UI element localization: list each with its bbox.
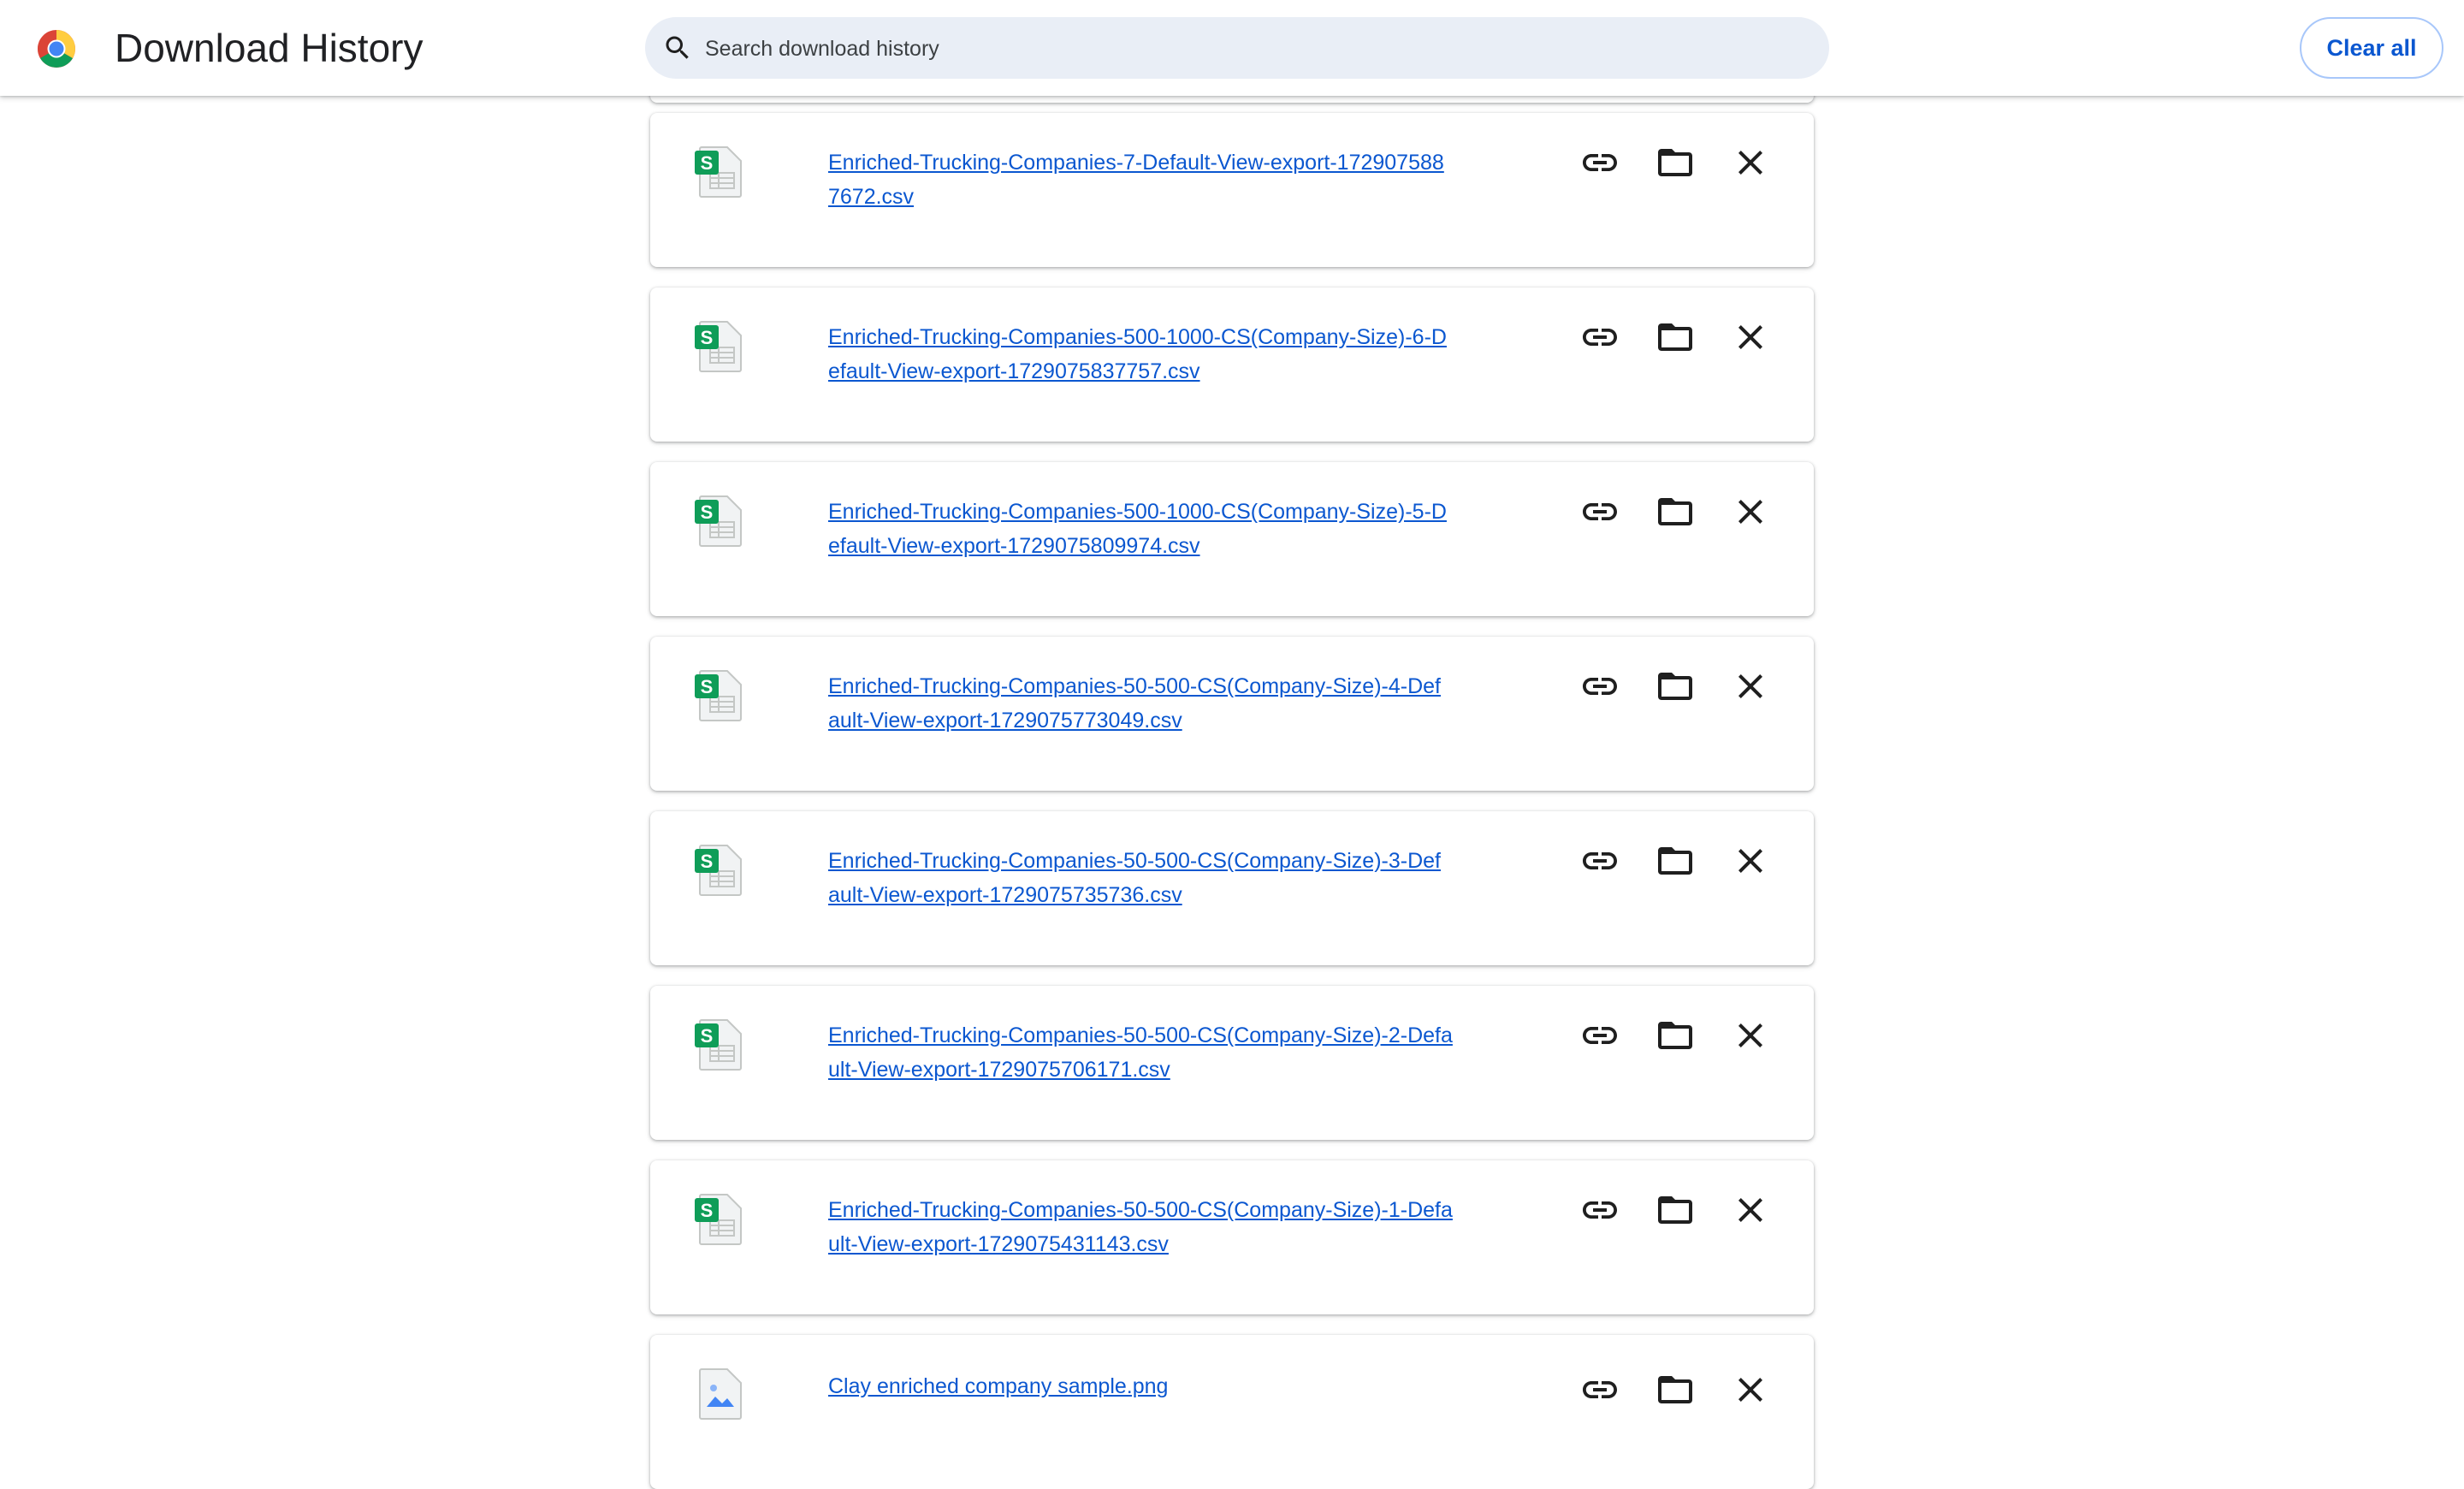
folder-icon[interactable] [1655, 1015, 1696, 1056]
download-card: S Enriched-Trucking-Companies-50-500-CS(… [650, 986, 1814, 1140]
download-card: S Enriched-Trucking-Companies-7-Default-… [650, 113, 1814, 267]
close-icon[interactable] [1730, 317, 1771, 358]
link-icon[interactable] [1579, 840, 1620, 881]
download-filename-link[interactable]: Clay enriched company sample.png [828, 1369, 1547, 1403]
folder-icon[interactable] [1655, 491, 1696, 532]
spreadsheet-file-icon: S [695, 495, 743, 548]
close-icon[interactable] [1730, 491, 1771, 532]
download-card: Clay enriched company sample.png [650, 1335, 1814, 1489]
spreadsheet-file-icon: S [695, 320, 743, 373]
folder-icon[interactable] [1655, 840, 1696, 881]
link-icon[interactable] [1579, 491, 1620, 532]
svg-text:S: S [701, 676, 714, 697]
link-icon[interactable] [1579, 1189, 1620, 1231]
download-card: S Enriched-Trucking-Companies-500-1000-C… [650, 288, 1814, 442]
link-icon[interactable] [1579, 317, 1620, 358]
search-bar[interactable] [645, 17, 1829, 80]
download-list: S Enriched-Trucking-Companies-7-Default-… [0, 0, 2464, 1489]
svg-text:S: S [701, 327, 714, 348]
close-icon[interactable] [1730, 142, 1771, 183]
download-filename-link[interactable]: Enriched-Trucking-Companies-50-500-CS(Co… [828, 844, 1547, 912]
link-icon[interactable] [1579, 666, 1620, 707]
link-icon[interactable] [1579, 142, 1620, 183]
svg-text:S: S [701, 1025, 714, 1047]
download-card: S Enriched-Trucking-Companies-50-500-CS(… [650, 1160, 1814, 1314]
folder-icon[interactable] [1655, 317, 1696, 358]
spreadsheet-file-icon: S [695, 1193, 743, 1246]
close-icon[interactable] [1730, 1189, 1771, 1231]
svg-text:S: S [701, 851, 714, 872]
chrome-logo-icon [36, 28, 77, 69]
header-bar: Download History Clear all [0, 0, 2464, 96]
clear-all-button[interactable]: Clear all [2300, 17, 2443, 79]
svg-text:S: S [701, 1200, 714, 1221]
folder-icon[interactable] [1655, 1189, 1696, 1231]
download-filename-link[interactable]: Enriched-Trucking-Companies-50-500-CS(Co… [828, 1018, 1547, 1087]
spreadsheet-file-icon: S [695, 669, 743, 722]
download-filename-link[interactable]: Enriched-Trucking-Companies-500-1000-CS(… [828, 495, 1547, 563]
svg-text:S: S [701, 501, 714, 523]
link-icon[interactable] [1579, 1015, 1620, 1056]
folder-icon[interactable] [1655, 142, 1696, 183]
close-icon[interactable] [1730, 1015, 1771, 1056]
download-card: S Enriched-Trucking-Companies-50-500-CS(… [650, 811, 1814, 965]
download-filename-link[interactable]: Enriched-Trucking-Companies-50-500-CS(Co… [828, 1193, 1547, 1261]
link-icon[interactable] [1579, 1369, 1620, 1410]
folder-icon[interactable] [1655, 1369, 1696, 1410]
download-filename-link[interactable]: Enriched-Trucking-Companies-50-500-CS(Co… [828, 669, 1547, 738]
search-icon[interactable] [662, 33, 693, 63]
download-filename-link[interactable]: Enriched-Trucking-Companies-500-1000-CS(… [828, 320, 1547, 389]
svg-text:S: S [701, 152, 714, 174]
close-icon[interactable] [1730, 840, 1771, 881]
search-input[interactable] [703, 17, 1802, 80]
download-filename-link[interactable]: Enriched-Trucking-Companies-7-Default-Vi… [828, 145, 1547, 214]
spreadsheet-file-icon: S [695, 145, 743, 199]
image-file-icon [695, 1367, 743, 1421]
download-card: S Enriched-Trucking-Companies-50-500-CS(… [650, 637, 1814, 791]
close-icon[interactable] [1730, 666, 1771, 707]
folder-icon[interactable] [1655, 666, 1696, 707]
spreadsheet-file-icon: S [695, 1018, 743, 1071]
spreadsheet-file-icon: S [695, 844, 743, 897]
page-title: Download History [115, 26, 424, 70]
close-icon[interactable] [1730, 1369, 1771, 1410]
download-card: S Enriched-Trucking-Companies-500-1000-C… [650, 462, 1814, 616]
